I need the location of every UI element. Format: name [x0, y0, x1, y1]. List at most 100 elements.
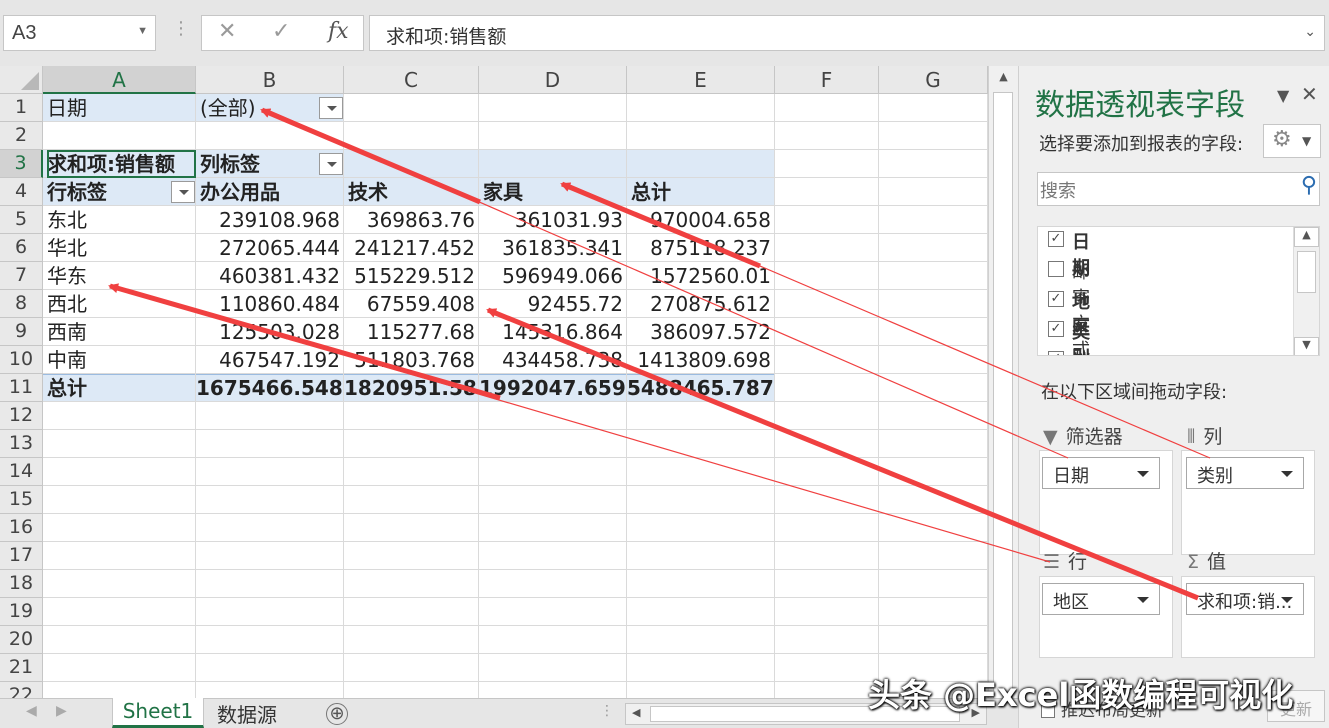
column-header-f[interactable]: F	[775, 66, 879, 94]
vertical-scrollbar[interactable]: ▲	[988, 66, 1018, 712]
row-header-13[interactable]: 13	[0, 430, 43, 458]
column-labels-dropdown-icon[interactable]	[319, 153, 343, 175]
tab-data-source[interactable]: 数据源	[206, 698, 288, 728]
grand-total-value[interactable]: 1820951.58	[344, 374, 477, 402]
column-header-a[interactable]: A	[43, 66, 196, 94]
row-header-21[interactable]: 21	[0, 654, 43, 682]
row-labels-dropdown-icon[interactable]	[171, 181, 195, 203]
field-checkbox[interactable]: ✓	[1048, 321, 1064, 337]
value-cell[interactable]: 67559.408	[344, 290, 475, 318]
value-cell[interactable]: 596949.066	[479, 262, 623, 290]
value-cell[interactable]: 361031.93	[479, 206, 623, 234]
next-sheet-icon[interactable]: ▶	[56, 703, 67, 719]
value-cell[interactable]: 1413809.698	[627, 346, 771, 374]
tab-split-icon[interactable]: ⋮	[600, 703, 614, 719]
tab-sheet1[interactable]: Sheet1	[112, 698, 204, 728]
value-cell[interactable]: 145316.864	[479, 318, 623, 346]
value-field-pill[interactable]: 求和项:销...	[1186, 583, 1304, 615]
row-header-14[interactable]: 14	[0, 458, 43, 486]
row-header-11[interactable]: 11	[0, 374, 43, 402]
column-header-g[interactable]: G	[879, 66, 988, 94]
row-header-16[interactable]: 16	[0, 514, 43, 542]
select-all-button[interactable]	[0, 66, 43, 94]
scroll-up-icon[interactable]: ▲	[989, 66, 1018, 88]
add-sheet-icon[interactable]: ⊕	[326, 703, 348, 725]
tools-button[interactable]: ⚙ ▼	[1263, 124, 1321, 158]
row-header-17[interactable]: 17	[0, 542, 43, 570]
category-header[interactable]: 办公用品	[200, 178, 344, 206]
column-header-d[interactable]: D	[479, 66, 627, 94]
value-cell[interactable]: 1572560.01	[627, 262, 771, 290]
field-checkbox[interactable]	[1048, 261, 1064, 277]
search-input[interactable]: 搜索 ⚲	[1037, 172, 1320, 206]
column-header-b[interactable]: B	[196, 66, 344, 94]
value-cell[interactable]: 270875.612	[627, 290, 771, 318]
value-cell[interactable]: 115277.68	[344, 318, 475, 346]
row-header-6[interactable]: 6	[0, 234, 43, 262]
row-header-9[interactable]: 9	[0, 318, 43, 346]
name-box[interactable]: A3 ▼	[3, 15, 156, 51]
grand-total-value[interactable]: 1675466.548	[196, 374, 343, 402]
row-header-12[interactable]: 12	[0, 402, 43, 430]
value-cell[interactable]: 970004.658	[627, 206, 771, 234]
value-cell[interactable]: 110860.484	[196, 290, 340, 318]
row-header-7[interactable]: 7	[0, 262, 43, 290]
values-area[interactable]: 求和项:销...	[1181, 576, 1315, 658]
value-cell[interactable]: 239108.968	[196, 206, 340, 234]
field-scroll-down-icon[interactable]: ▼	[1294, 337, 1319, 355]
grand-total-label[interactable]: 总计	[47, 374, 196, 402]
row-label[interactable]: 西南	[47, 318, 196, 346]
value-cell[interactable]: 460381.432	[196, 262, 340, 290]
row-label[interactable]: 东北	[47, 206, 196, 234]
cells-area[interactable]: 日期 (全部) 求和项:销售额 列标签 行标签 办公用品 技术 家具 总计 东北 239108.96…	[43, 94, 988, 698]
category-header[interactable]: 总计	[631, 178, 775, 206]
field-list-scrollbar[interactable]: ▲ ▼	[1293, 227, 1319, 355]
value-cell[interactable]: 125503.028	[196, 318, 340, 346]
prev-sheet-icon[interactable]: ◀	[26, 703, 37, 719]
rows-area[interactable]: 地区	[1039, 576, 1173, 658]
filter-field-pill[interactable]: 日期	[1042, 457, 1160, 489]
row-header-15[interactable]: 15	[0, 486, 43, 514]
grand-total-value[interactable]: 1992047.659	[479, 374, 626, 402]
row-label[interactable]: 西北	[47, 290, 196, 318]
row-header-10[interactable]: 10	[0, 346, 43, 374]
field-scroll-up-icon[interactable]: ▲	[1294, 227, 1319, 247]
value-cell[interactable]: 369863.76	[344, 206, 475, 234]
row-header-8[interactable]: 8	[0, 290, 43, 318]
column-header-c[interactable]: C	[344, 66, 479, 94]
filter-field-label[interactable]: 日期	[47, 94, 196, 122]
row-header-20[interactable]: 20	[0, 626, 43, 654]
filter-dropdown-icon[interactable]	[319, 97, 343, 119]
column-header-e[interactable]: E	[627, 66, 775, 94]
value-cell[interactable]: 92455.72	[479, 290, 623, 318]
row-header-1[interactable]: 1	[0, 94, 43, 122]
name-box-dropdown-icon[interactable]: ▼	[137, 25, 148, 37]
insert-function-icon[interactable]: fx	[328, 19, 349, 44]
worksheet-grid[interactable]: ABCDEFG 1 2 3 4 5 6 7 8 9 10 11 12 13 14 15 16 17 18 19 20 2…	[0, 66, 988, 698]
enter-icon[interactable]: ✓	[272, 19, 290, 44]
row-header-18[interactable]: 18	[0, 570, 43, 598]
field-scroll-thumb[interactable]	[1297, 251, 1316, 293]
row-header-5[interactable]: 5	[0, 206, 43, 234]
value-cell[interactable]: 515229.512	[344, 262, 475, 290]
row-header-19[interactable]: 19	[0, 598, 43, 626]
value-cell[interactable]: 511803.768	[344, 346, 475, 374]
row-field-pill[interactable]: 地区	[1042, 583, 1160, 615]
value-cell[interactable]: 272065.444	[196, 234, 340, 262]
field-list[interactable]: ✓日期邮寄方式✓地区✓类别✓销售额 ▲ ▼	[1037, 226, 1320, 356]
grand-total-value[interactable]: 5488465.787	[627, 374, 774, 402]
column-field-pill[interactable]: 类别	[1186, 457, 1304, 489]
row-header-2[interactable]: 2	[0, 122, 43, 150]
row-label[interactable]: 华东	[47, 262, 196, 290]
value-cell[interactable]: 467547.192	[196, 346, 340, 374]
pivot-value-header[interactable]: 求和项:销售额	[47, 150, 196, 178]
category-header[interactable]: 家具	[483, 178, 627, 206]
expand-formula-icon[interactable]: ⌄	[1304, 24, 1316, 40]
row-header-3[interactable]: 3	[0, 150, 43, 178]
scroll-left-icon[interactable]: ◀	[632, 706, 640, 719]
value-cell[interactable]: 361835.341	[479, 234, 623, 262]
row-header-22[interactable]: 22	[0, 682, 43, 698]
field-checkbox[interactable]: ✓	[1048, 291, 1064, 307]
value-cell[interactable]: 386097.572	[627, 318, 771, 346]
filters-area[interactable]: 日期	[1039, 450, 1173, 555]
